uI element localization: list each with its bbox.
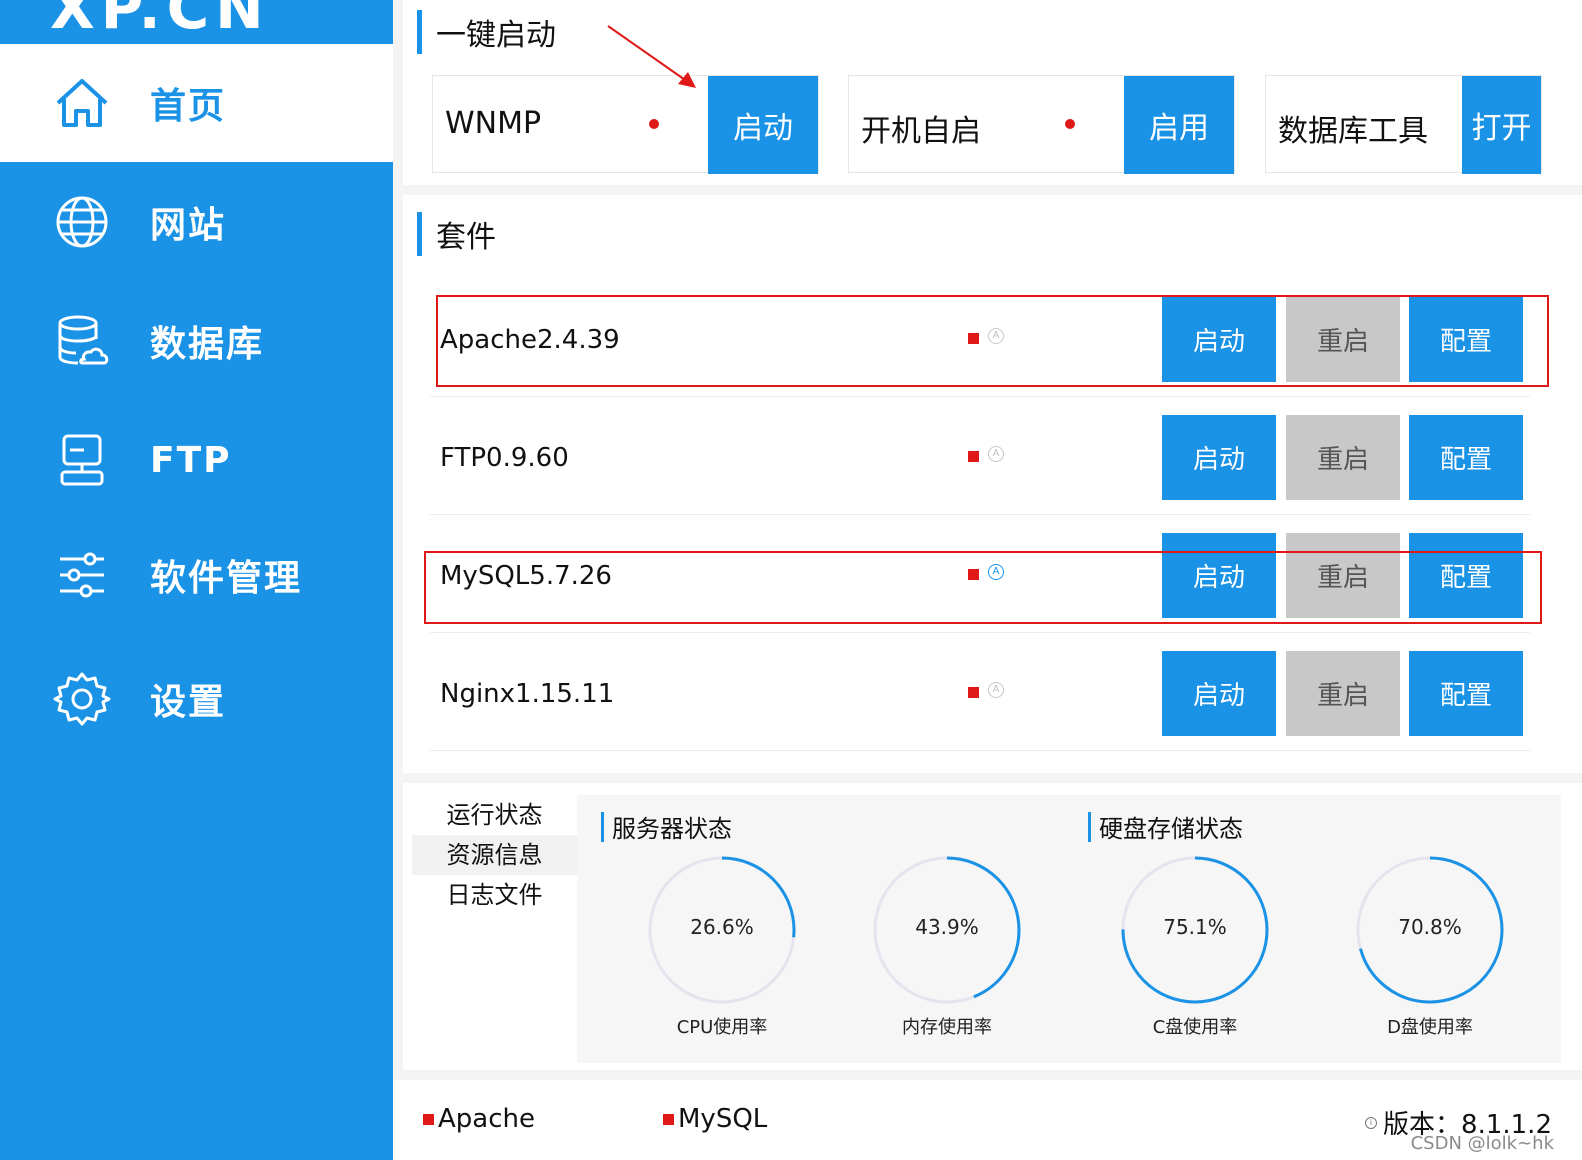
autostart-icon[interactable]: A <box>988 328 1004 344</box>
title-accent-bar <box>417 10 422 54</box>
quick-card-autostart: 开机自启 启用 <box>848 75 1235 174</box>
nginx-start-button[interactable]: 启动 <box>1162 651 1276 736</box>
sliders-icon <box>52 545 112 605</box>
tab-resource-info[interactable]: 资源信息 <box>412 835 577 875</box>
quick-card-label: 数据库工具 <box>1278 114 1428 149</box>
d-drive-gauge: 70.8% D盘使用率 <box>1355 855 1505 1038</box>
mysql-restart-button[interactable]: 重启 <box>1286 533 1400 618</box>
tab-running-status[interactable]: 运行状态 <box>412 795 577 835</box>
status-indicator <box>968 451 979 462</box>
sidebar-item-label: FTP <box>150 439 232 481</box>
globe-icon <box>52 192 112 252</box>
gauge-label: 内存使用率 <box>902 1017 992 1038</box>
database-icon <box>52 311 112 371</box>
title-accent-bar <box>417 212 422 256</box>
suite-title: 套件 <box>436 220 496 255</box>
suite-name: Nginx1.15.11 <box>440 679 615 709</box>
watermark: CSDN @lolk~hk <box>1410 1133 1554 1154</box>
status-dot <box>1065 119 1075 129</box>
status-indicator <box>423 1113 434 1125</box>
apache-start-button[interactable]: 启动 <box>1162 297 1276 382</box>
wnmp-start-button[interactable]: 启动 <box>708 76 818 174</box>
section-title: 套件 <box>417 212 496 256</box>
suite-name: Apache2.4.39 <box>440 325 620 355</box>
ftp-restart-button[interactable]: 重启 <box>1286 415 1400 500</box>
footer-service-mysql: MySQL <box>663 1104 767 1134</box>
disk-status-title: 硬盘存储状态 <box>1099 815 1243 843</box>
gauge-label: CPU使用率 <box>676 1017 768 1038</box>
apache-config-button[interactable]: 配置 <box>1409 297 1523 382</box>
server-status-heading: 服务器状态 <box>601 809 732 844</box>
quick-card-label: 开机自启 <box>861 114 981 149</box>
sidebar-item-home[interactable]: 首页 <box>0 44 393 162</box>
gear-icon <box>52 669 112 729</box>
sidebar-item-label: 设置 <box>150 682 227 723</box>
info-icon: i <box>1365 1116 1378 1129</box>
ftp-config-button[interactable]: 配置 <box>1409 415 1523 500</box>
autostart-enable-button[interactable]: 启用 <box>1124 76 1234 174</box>
sidebar-item-label: 首页 <box>150 86 227 127</box>
title-accent-bar <box>1088 811 1091 842</box>
home-icon <box>52 73 112 133</box>
server-status-title: 服务器状态 <box>612 815 732 843</box>
gauge-label: C盘使用率 <box>1152 1017 1238 1038</box>
quick-start-title: 一键启动 <box>436 18 556 53</box>
ftp-start-button[interactable]: 启动 <box>1162 415 1276 500</box>
cpu-gauge: 26.6% CPU使用率 <box>647 855 797 1038</box>
sidebar-item-ftp[interactable]: FTP <box>0 401 393 519</box>
quick-card-label: WNMP <box>445 106 542 141</box>
sidebar: XP.CN 首页 网站 数据库 FTP 软件管理 设置 <box>0 0 393 1160</box>
sidebar-item-label: 数据库 <box>150 324 265 365</box>
status-indicator <box>663 1113 674 1125</box>
mysql-config-button[interactable]: 配置 <box>1409 533 1523 618</box>
suite-row-apache: Apache2.4.39 A 启动 重启 配置 <box>430 297 1530 397</box>
nginx-restart-button[interactable]: 重启 <box>1286 651 1400 736</box>
db-tool-open-button[interactable]: 打开 <box>1462 76 1541 174</box>
title-accent-bar <box>601 811 604 842</box>
footer-status-bar: Apache MySQL i 版本：8.1.1.2 CSDN @lolk~hk <box>393 1080 1582 1160</box>
sidebar-item-label: 软件管理 <box>150 558 303 599</box>
suite-name: MySQL5.7.26 <box>440 561 612 591</box>
suite-row-nginx: Nginx1.15.11 A 启动 重启 配置 <box>430 651 1530 751</box>
server-icon <box>52 430 112 490</box>
sidebar-item-label: 网站 <box>150 205 227 246</box>
gauge-value: 75.1% <box>1163 915 1227 939</box>
quick-start-panel: 一键启动 WNMP 启动 开机自启 启用 数据库工具 打开 <box>403 0 1582 185</box>
memory-gauge: 43.9% 内存使用率 <box>872 855 1022 1038</box>
sidebar-item-software[interactable]: 软件管理 <box>0 516 393 634</box>
status-indicator <box>968 687 979 698</box>
footer-service-label: MySQL <box>678 1104 768 1134</box>
annotation-arrow-icon <box>607 25 696 88</box>
footer-service-apache: Apache <box>423 1104 535 1134</box>
logo-text: XP.CN <box>50 0 270 42</box>
status-dot <box>649 119 659 129</box>
autostart-icon[interactable]: A <box>988 446 1004 462</box>
apache-restart-button[interactable]: 重启 <box>1286 297 1400 382</box>
sidebar-item-website[interactable]: 网站 <box>0 163 393 281</box>
suite-row-mysql: MySQL5.7.26 A 启动 重启 配置 <box>430 533 1530 633</box>
mysql-start-button[interactable]: 启动 <box>1162 533 1276 618</box>
status-indicator <box>968 569 979 580</box>
footer-service-label: Apache <box>438 1104 535 1134</box>
section-title: 一键启动 <box>417 10 556 54</box>
resource-stats: 服务器状态 硬盘存储状态 26.6% CPU使用率 43.9% 内存使用率 75… <box>577 795 1561 1063</box>
status-tab-list: 运行状态 资源信息 日志文件 <box>412 795 577 915</box>
autostart-icon[interactable]: A <box>988 682 1004 698</box>
quick-card-db-tool: 数据库工具 打开 <box>1265 75 1542 174</box>
status-indicator <box>968 333 979 344</box>
sidebar-item-settings[interactable]: 设置 <box>0 640 393 758</box>
sidebar-item-database[interactable]: 数据库 <box>0 282 393 400</box>
logo: XP.CN <box>0 0 393 44</box>
gauge-value: 43.9% <box>915 915 979 939</box>
autostart-icon[interactable]: A <box>988 564 1004 580</box>
nginx-config-button[interactable]: 配置 <box>1409 651 1523 736</box>
c-drive-gauge: 75.1% C盘使用率 <box>1120 855 1270 1038</box>
disk-status-heading: 硬盘存储状态 <box>1088 809 1243 844</box>
suite-name: FTP0.9.60 <box>440 443 569 473</box>
gauge-value: 70.8% <box>1398 915 1462 939</box>
tab-log-files[interactable]: 日志文件 <box>412 875 577 915</box>
suite-row-ftp: FTP0.9.60 A 启动 重启 配置 <box>430 415 1530 515</box>
gauge-value: 26.6% <box>690 915 754 939</box>
gauge-label: D盘使用率 <box>1387 1017 1473 1038</box>
